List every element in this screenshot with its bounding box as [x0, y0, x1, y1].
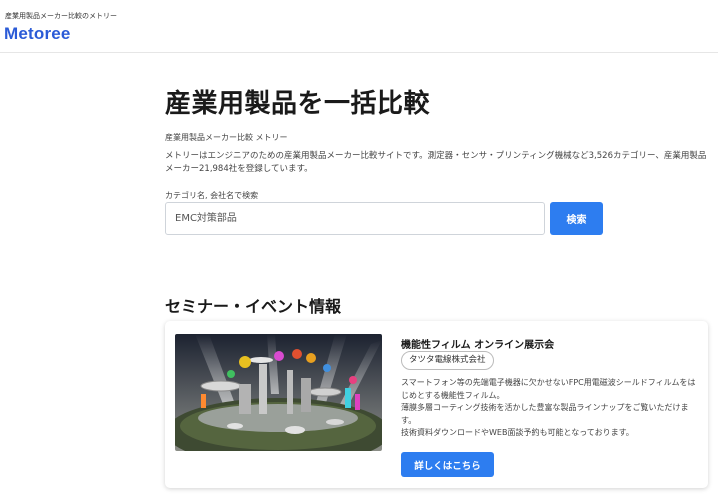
event-description-line: 薄膜多層コーティング技術を活かした豊富な製品ラインナップをご覧いただけます。	[401, 403, 689, 425]
event-description-line: スマートフォン等の先端電子機器に欠かせないFPC用電磁波シールドフィルムをはじめ…	[401, 378, 696, 400]
search-button[interactable]: 検索	[550, 202, 603, 235]
virtual-exhibition-illustration-icon	[175, 334, 382, 451]
company-badge[interactable]: タツタ電線株式会社	[401, 351, 494, 370]
search-input[interactable]	[165, 202, 545, 235]
metoree-logo[interactable]: Metoree	[4, 24, 71, 44]
details-button[interactable]: 詳しくはこちら	[401, 452, 494, 477]
search-label: カテゴリ名, 会社名で検索	[165, 191, 259, 200]
page-title: 産業用製品を一括比較	[165, 89, 431, 119]
hero-description: メトリーはエンジニアのための産業用製品メーカー比較サイトです。測定器・センサ・プ…	[165, 151, 707, 174]
event-image[interactable]	[175, 334, 382, 451]
site-tagline: 産業用製品メーカー比較のメトリー	[5, 12, 117, 20]
event-description: スマートフォン等の先端電子機器に欠かせないFPC用電磁波シールドフィルムをはじめ…	[401, 377, 701, 440]
hero-subtitle: 産業用製品メーカー比較 メトリー	[165, 133, 288, 142]
event-title[interactable]: 機能性フィルム オンライン展示会	[401, 336, 554, 351]
seminar-section-title: セミナー・イベント情報	[165, 297, 342, 316]
event-card: 機能性フィルム オンライン展示会 タツタ電線株式会社 スマートフォン等の先端電子…	[165, 321, 708, 488]
site-header: 産業用製品メーカー比較のメトリー Metoree	[0, 0, 718, 53]
event-description-line: 技術資料ダウンロードやWEB面談予約も可能となっております。	[401, 428, 634, 438]
